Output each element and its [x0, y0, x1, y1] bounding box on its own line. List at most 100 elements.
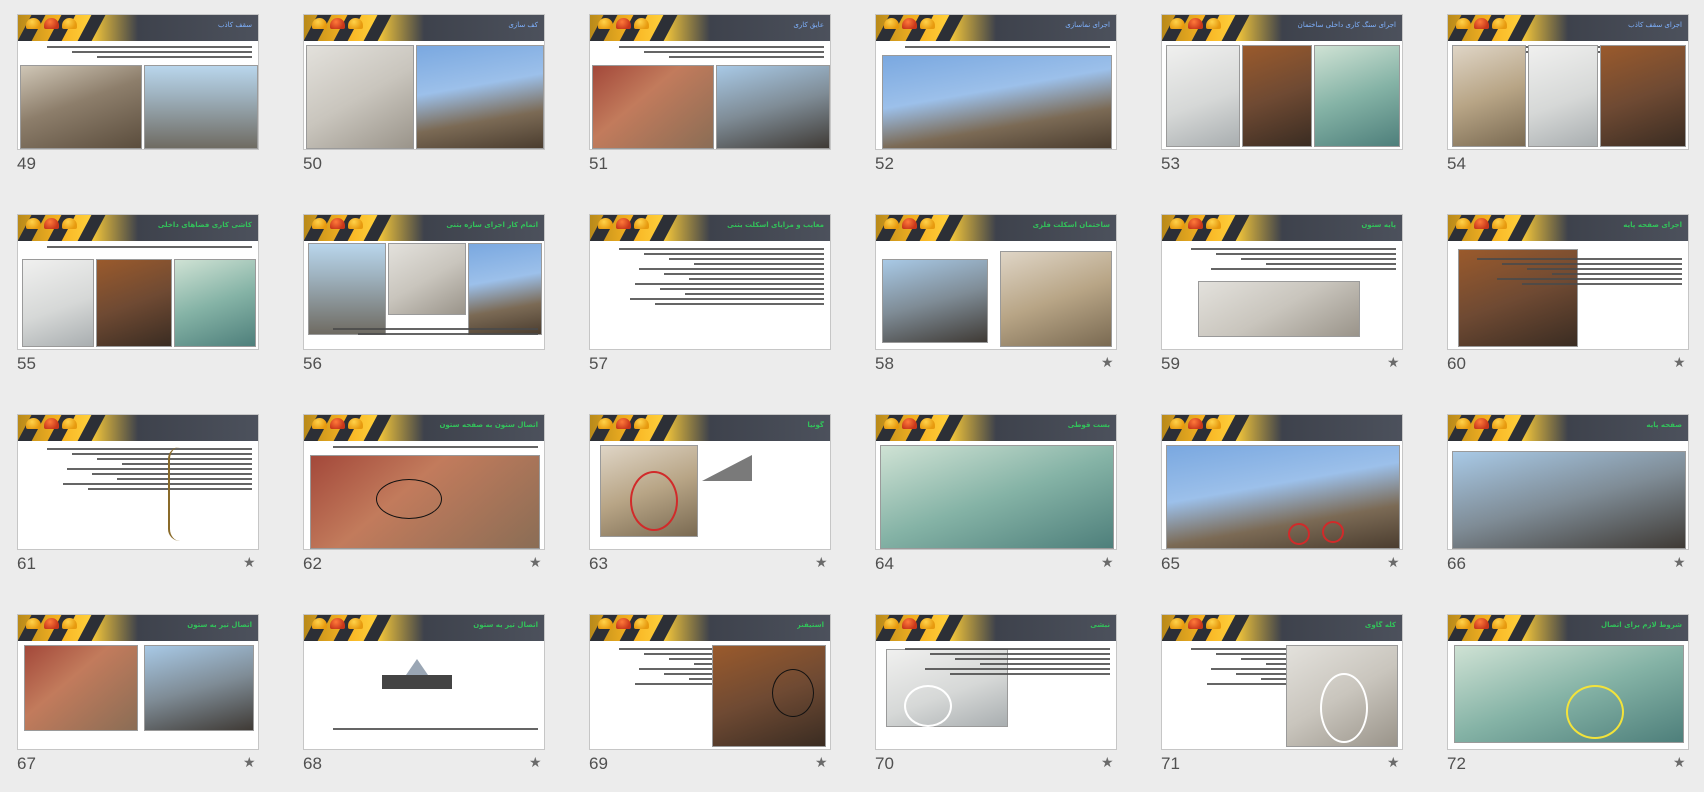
slide-thumbnail[interactable]: سقف کاذب — [17, 14, 259, 150]
star-icon[interactable]: ★ — [1387, 755, 1400, 771]
text-line — [980, 663, 1110, 665]
helmet-icon — [1188, 618, 1203, 629]
highlight-circle — [772, 669, 814, 717]
helmet-icon — [920, 618, 935, 629]
helmet-icon — [26, 218, 41, 229]
slide-thumbnail-cell: 65 ★ — [1161, 414, 1403, 574]
slide-banner: کله گاوی — [1162, 615, 1402, 641]
slide-thumbnail-cell: اجرای نماسازی 52 — [875, 14, 1117, 174]
slide-thumbnail[interactable]: نبشی — [875, 614, 1117, 750]
helmet-icon — [1206, 218, 1221, 229]
slide-thumbnail[interactable]: معایب و مزایای اسکلت بتنی — [589, 214, 831, 350]
slide-thumbnail[interactable]: استیفنر — [589, 614, 831, 750]
star-icon[interactable]: ★ — [1673, 355, 1686, 371]
slide-thumbnail-cell: پایه ستون 59 ★ — [1161, 214, 1403, 374]
text-line — [925, 668, 1110, 670]
helmet-icon — [634, 18, 649, 29]
text-line — [1497, 278, 1682, 280]
helmet-icon — [62, 418, 77, 429]
star-icon[interactable]: ★ — [529, 555, 542, 571]
slide-thumbnail[interactable]: اتصال ستون به صفحه ستون — [303, 414, 545, 550]
slide-banner — [18, 415, 258, 441]
slide-thumbnail[interactable]: ساختمان اسکلت فلزی — [875, 214, 1117, 350]
helmet-icon — [62, 218, 77, 229]
helmet-icon — [62, 618, 77, 629]
helmet-icon — [26, 618, 41, 629]
star-icon[interactable]: ★ — [1387, 355, 1400, 371]
slide-thumbnail-cell: استیفنر 69 ★ — [589, 614, 831, 774]
slide-thumbnail-cell: نبشی 70 ★ — [875, 614, 1117, 774]
slide-thumbnail[interactable]: اتصال تیر به ستون — [303, 614, 545, 750]
helmet-icon — [1492, 418, 1507, 429]
slide-body-text — [596, 445, 824, 447]
text-line — [954, 658, 1110, 660]
slide-title: اجرای سنگ کاری داخلی ساختمان — [1297, 21, 1396, 29]
slide-thumbnail-cell: معایب و مزایای اسکلت بتنی 57 — [589, 214, 831, 374]
star-icon[interactable]: ★ — [1101, 755, 1114, 771]
slide-thumbnail[interactable]: کف سازی — [303, 14, 545, 150]
star-icon[interactable]: ★ — [1101, 555, 1114, 571]
star-icon[interactable]: ★ — [1101, 355, 1114, 371]
slide-number: 55 — [17, 354, 36, 373]
slide-thumbnail[interactable]: عایق کاری — [589, 14, 831, 150]
star-icon[interactable]: ★ — [1673, 755, 1686, 771]
slide-thumbnail[interactable]: اجرای سنگ کاری داخلی ساختمان — [1161, 14, 1403, 150]
helmet-icon — [1206, 418, 1221, 429]
slide-thumbnail[interactable]: کله گاوی — [1161, 614, 1403, 750]
slide-thumbnail[interactable] — [1161, 414, 1403, 550]
slide-banner: گونیا — [590, 415, 830, 441]
star-icon[interactable]: ★ — [1673, 555, 1686, 571]
slide-body-text — [596, 43, 824, 60]
slide-thumbnail[interactable]: اتصال تیر به ستون — [17, 614, 259, 750]
slide-thumbnail[interactable]: اتمام کار اجرای سازه بتنی — [303, 214, 545, 350]
slide-thumbnail[interactable]: کاشی کاری فضاهای داخلی — [17, 214, 259, 350]
slide-thumbnail[interactable]: گونیا — [589, 414, 831, 550]
star-icon[interactable]: ★ — [529, 755, 542, 771]
star-icon[interactable]: ★ — [815, 555, 828, 571]
helmet-icon — [634, 218, 649, 229]
slide-photo — [388, 243, 466, 315]
slide-photo — [308, 243, 386, 335]
text-line — [1211, 268, 1396, 270]
slide-title: شروط لازم برای اتصال — [1601, 621, 1682, 629]
helmet-icon — [598, 618, 613, 629]
helmet-icon — [1206, 18, 1221, 29]
slide-number: 50 — [303, 154, 322, 173]
helmet-icon — [616, 618, 631, 629]
helmet-icon — [26, 418, 41, 429]
slide-photo — [306, 45, 414, 149]
slide-number: 69 — [589, 754, 608, 773]
slide-thumbnail[interactable]: شروط لازم برای اتصال — [1447, 614, 1689, 750]
star-icon[interactable]: ★ — [243, 755, 256, 771]
helmet-icon — [1188, 418, 1203, 429]
star-icon[interactable]: ★ — [1387, 555, 1400, 571]
text-line — [643, 51, 824, 53]
slide-thumbnail[interactable]: اجرای نماسازی — [875, 14, 1117, 150]
helmet-icon — [312, 618, 327, 629]
slide-thumbnail[interactable] — [17, 414, 259, 550]
helmet-icon — [44, 618, 59, 629]
slide-thumbnail[interactable]: اجرای صفحه پایه — [1447, 214, 1689, 350]
helmet-icon — [634, 418, 649, 429]
slide-thumbnail[interactable]: پایه ستون — [1161, 214, 1403, 350]
helmet-icon — [330, 618, 345, 629]
slide-thumbnail[interactable]: صفحه پایه — [1447, 414, 1689, 550]
slide-photo — [592, 65, 714, 149]
helmet-icon — [1492, 18, 1507, 29]
slide-number: 59 — [1161, 354, 1180, 373]
slide-thumbnail-cell: کاشی کاری فضاهای داخلی 55 — [17, 214, 259, 374]
star-icon[interactable]: ★ — [243, 555, 256, 571]
slide-banner: نبشی — [876, 615, 1116, 641]
slide-thumbnail[interactable]: اجرای سقف کاذب — [1447, 14, 1689, 150]
helmet-icon — [1188, 218, 1203, 229]
slide-thumbnail-cell: 61 ★ — [17, 414, 259, 574]
slide-banner: اتصال تیر به ستون — [18, 615, 258, 641]
highlight-circle — [630, 471, 678, 531]
slide-body-text — [310, 725, 538, 732]
slide-banner: پایه ستون — [1162, 215, 1402, 241]
slide-thumbnail[interactable]: بست قوطی — [875, 414, 1117, 550]
text-line — [904, 648, 1110, 650]
helmet-icon — [616, 418, 631, 429]
star-icon[interactable]: ★ — [815, 755, 828, 771]
text-line — [655, 303, 824, 305]
